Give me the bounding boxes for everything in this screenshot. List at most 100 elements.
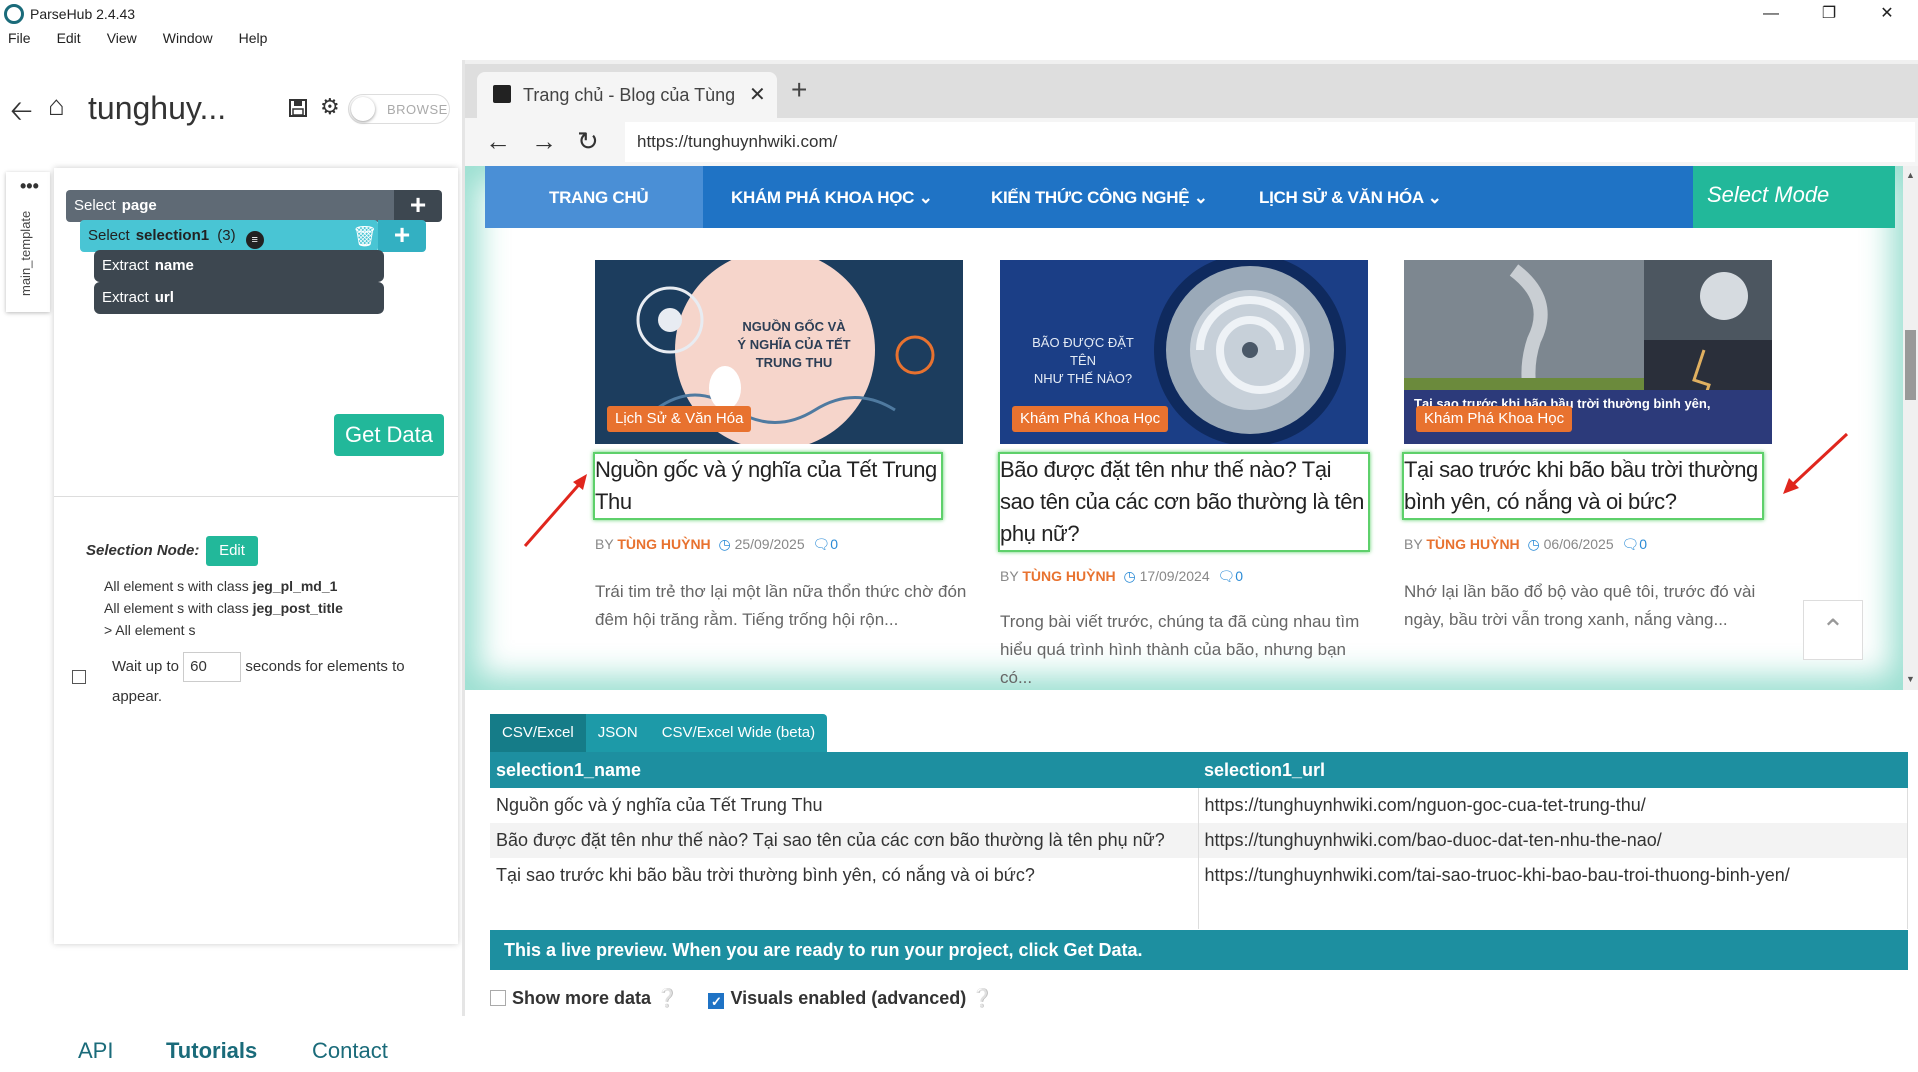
back-icon[interactable]: ← [485,126,511,157]
menu-edit[interactable]: Edit [49,30,81,46]
browser-tab-title: Trang chủ - Blog của Tùng [523,85,736,105]
nav-home-item[interactable]: TRANG CHỦ [485,166,703,228]
visuals-checkbox[interactable]: ✓ [708,993,725,1009]
post-meta: BY TÙNG HUỲNH ◷ 06/06/2025 🗨0 [1404,536,1647,552]
wait-seconds-input[interactable]: 60 [183,652,242,683]
tab-csv-excel[interactable]: CSV/Excel [490,714,586,752]
browser-tab[interactable]: Trang chủ - Blog của Tùng ✕ [477,72,777,118]
thumb-text: TRUNG THU [755,355,833,370]
edit-selection-button[interactable]: Edit [206,536,258,566]
scroll-up-icon[interactable]: ▲ [1906,170,1915,180]
restore-button[interactable]: ❐ [1800,0,1858,28]
visuals-label: Visuals enabled (advanced) [730,988,967,1008]
comment-count[interactable]: 0 [1639,536,1647,552]
new-tab-button[interactable]: + [791,74,807,106]
post-thumbnail[interactable]: Tại sao trước khi bão bầu trời thường bì… [1404,260,1772,444]
scrollbar-thumb[interactable] [1905,330,1916,400]
wait-checkbox[interactable] [72,670,86,684]
get-data-button[interactable]: Get Data [334,414,444,456]
cell-url: https://tunghuynhwiki.com/tai-sao-truoc-… [1198,858,1908,893]
select-page-command[interactable]: Select page [66,190,406,222]
scroll-to-top-button[interactable]: ⌃ [1803,600,1863,660]
category-badge[interactable]: Khám Phá Khoa Học [1416,406,1573,432]
window-title: ParseHub 2.4.43 [30,6,136,22]
post-date: 06/06/2025 [1543,536,1614,552]
thumb-text: NHƯ THẾ NÀO? [1033,371,1133,386]
url-bar[interactable]: https://tunghuynhwiki.com/ [625,122,1915,162]
menu-window[interactable]: Window [155,30,213,46]
comment-icon: 🗨 [812,536,831,552]
author-link[interactable]: TÙNG HUỲNH [1426,536,1519,552]
nav-tech-item[interactable]: KIẾN THỨC CÔNG NGHỆ ⌄ [991,188,1208,208]
comment-count[interactable]: 0 [1235,568,1243,584]
post-title[interactable]: Tại sao trước khi bão bầu trời thường bì… [1402,452,1764,520]
post-title[interactable]: Bão được đặt tên như thế nào? Tại sao tê… [998,452,1370,552]
trash-icon[interactable]: 🗑 [352,224,377,249]
extract-url-command[interactable]: Extract url [94,282,384,314]
show-more-checkbox[interactable] [490,990,506,1006]
thumb-text: BÃO ĐƯỢC ĐẶT TÊN [1032,335,1134,368]
api-link[interactable]: API [78,1038,113,1064]
show-more-label: Show more data [512,988,652,1008]
table-empty-row [490,893,1908,929]
table-row: Tại sao trước khi bão bầu trời thường bì… [490,858,1908,893]
tutorials-link[interactable]: Tutorials [166,1038,257,1064]
help-icon[interactable]: ❔ [971,988,993,1008]
preview-table: selection1_name selection1_url Nguồn gốc… [490,752,1908,929]
clock-icon: ◷ [718,536,731,552]
selection-rule: > All element s [104,622,196,638]
post-thumbnail[interactable]: BÃO ĐƯỢC ĐẶT TÊN NHƯ THẾ NÀO? Khám Phá K… [1000,260,1368,444]
post-thumbnail[interactable]: NGUỒN GỐC VÀ Ý NGHĨA CỦA TẾT TRUNG THU L… [595,260,963,444]
help-icon[interactable]: ❔ [656,988,678,1008]
table-row: Bão được đặt tên như thế nào? Tại sao tê… [490,823,1908,858]
clock-icon: ◷ [1123,568,1136,584]
close-window-button[interactable]: ✕ [1858,0,1916,28]
post-meta: BY TÙNG HUỲNH ◷ 17/09/2024 🗨0 [1000,568,1243,584]
post-title[interactable]: Nguồn gốc và ý nghĩa của Tết Trung Thu [593,452,943,520]
add-command-button[interactable]: + [394,190,442,222]
cell-name: Tại sao trước khi bão bầu trời thường bì… [490,858,1199,893]
main-template-tab[interactable]: main_template [18,211,33,296]
extract-name-command[interactable]: Extract name [94,250,384,282]
comment-count[interactable]: 0 [830,536,838,552]
post-date: 25/09/2025 [734,536,805,552]
command-target: page [121,197,157,214]
more-options-icon[interactable]: ••• [20,176,39,197]
page-scrollbar[interactable]: ▲ ▼ [1903,166,1918,690]
template-tab-strip: ••• main_template [6,172,50,312]
author-link[interactable]: TÙNG HUỲNH [617,536,710,552]
reload-icon[interactable]: ↻ [577,126,599,157]
toggle-knob [351,97,375,121]
gear-icon[interactable]: ⚙ [320,94,340,120]
menu-help[interactable]: Help [231,30,268,46]
command-panel: Select page + Select selection1 (3) ≡ 🗑 + … [54,168,458,944]
add-command-button[interactable]: + [378,220,426,252]
command-verb: Select [88,227,130,244]
scroll-down-icon[interactable]: ▼ [1906,674,1915,684]
footer-links: API Tutorials Contact [0,1032,462,1072]
save-icon[interactable] [288,98,308,118]
menu-view[interactable]: View [99,30,137,46]
minimize-button[interactable]: — [1742,0,1800,28]
tab-json[interactable]: JSON [586,714,650,752]
menu-file[interactable]: File [0,30,31,46]
command-verb: Extract [102,289,149,306]
home-icon[interactable]: ⌂ [48,90,65,122]
selection-count: (3) [217,227,236,244]
back-arrow-icon[interactable]: 🡠 [10,90,33,138]
site-favicon-icon [493,85,511,103]
forward-icon[interactable]: → [531,126,557,157]
comment-icon: 🗨 [1621,536,1640,552]
contact-link[interactable]: Contact [312,1038,388,1064]
list-icon: ≡ [245,231,264,249]
browse-toggle[interactable]: BROWSE [348,94,450,124]
close-tab-icon[interactable]: ✕ [749,82,766,107]
author-link[interactable]: TÙNG HUỲNH [1022,568,1115,584]
nav-history-item[interactable]: LỊCH SỬ & VĂN HÓA ⌄ [1259,188,1442,208]
preview-options: Show more data ❔ ✓ Visuals enabled (advan… [490,988,994,1009]
nav-science-item[interactable]: KHÁM PHÁ KHOA HỌC ⌄ [731,188,933,208]
select-selection1-command[interactable]: Select selection1 (3) ≡ [80,220,378,252]
tab-csv-wide[interactable]: CSV/Excel Wide (beta) [650,714,827,752]
category-badge[interactable]: Khám Phá Khoa Học [1012,406,1169,432]
category-badge[interactable]: Lịch Sử & Văn Hóa [607,406,752,432]
